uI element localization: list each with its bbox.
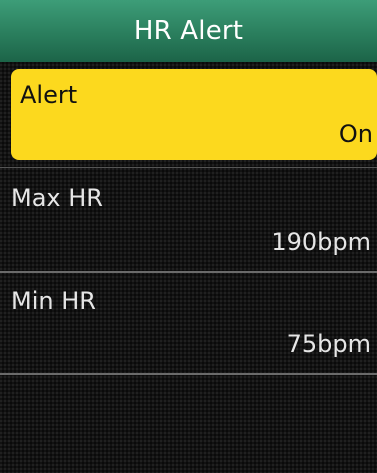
alert-value: On [338, 120, 373, 148]
divider [0, 373, 377, 375]
min-hr-value: 75bpm [286, 330, 371, 358]
max-hr-value: 190bpm [271, 228, 371, 256]
page-title: HR Alert [133, 16, 244, 46]
max-hr-label: Max HR [11, 184, 103, 212]
min-hr-label: Min HR [11, 287, 96, 315]
alert-setting-item[interactable]: Alert On [11, 69, 377, 160]
min-hr-setting-item[interactable]: Min HR 75bpm [0, 273, 377, 373]
divider [0, 167, 377, 168]
max-hr-setting-item[interactable]: Max HR 190bpm [0, 172, 377, 272]
hr-alert-screen: HR Alert Alert On Max HR 190bpm Min HR 7… [0, 0, 377, 473]
alert-label: Alert [20, 81, 78, 109]
title-bar: HR Alert [0, 0, 377, 62]
